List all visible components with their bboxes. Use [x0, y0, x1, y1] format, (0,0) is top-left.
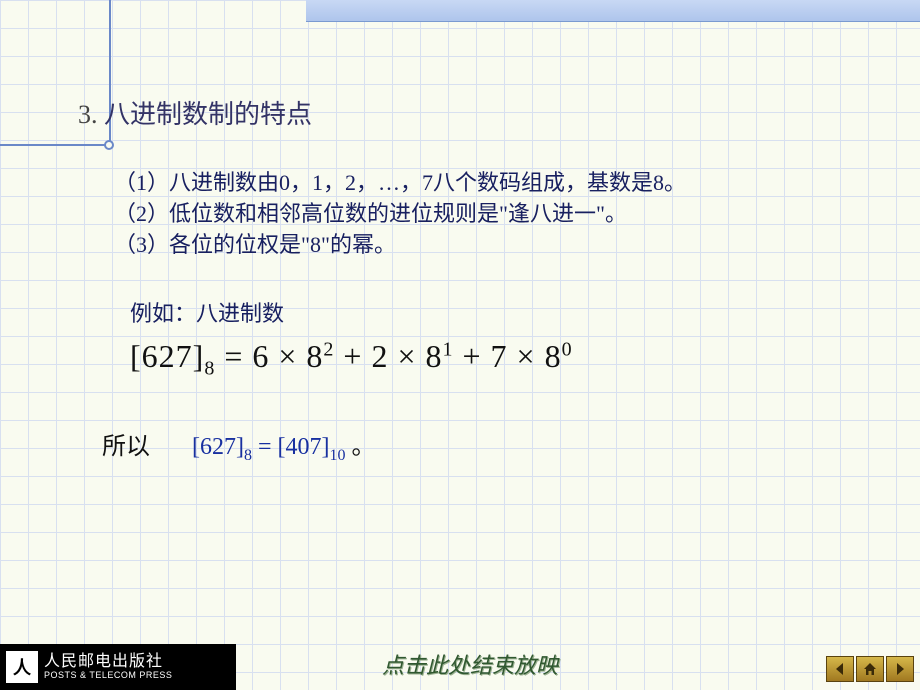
formula-lhs-close: ]	[193, 338, 205, 374]
t1-base: 8	[306, 338, 323, 374]
conc-lhs: [627]	[192, 434, 244, 460]
publisher-en: POSTS & TELECOM PRESS	[44, 671, 172, 681]
t3-exp: 0	[562, 338, 573, 360]
t2-exp: 1	[443, 338, 454, 360]
t2-coef: 2	[371, 338, 388, 374]
example-label: 例如：八进制数	[130, 296, 284, 328]
divider-node	[104, 140, 114, 150]
prev-button[interactable]	[826, 656, 854, 682]
bullet-item-3: （3）各位的位权是"8"的幂。	[114, 230, 854, 261]
conclusion-punct: 。	[352, 434, 376, 460]
t1-exp: 2	[323, 338, 334, 360]
formula-lhs-open: [	[130, 338, 142, 374]
heading-number: 3.	[78, 100, 98, 129]
home-button[interactable]	[856, 656, 884, 682]
nav-controls	[826, 656, 914, 682]
conclusion-label: 所以	[102, 434, 150, 460]
section-heading: 3. 八进制数制的特点	[78, 94, 312, 131]
t2-base: 8	[426, 338, 443, 374]
slide: 3. 八进制数制的特点 （1）八进制数由0，1，2，…，7八个数码组成，基数是8…	[0, 0, 920, 690]
t1-mul: ×	[269, 338, 306, 374]
plus2: +	[454, 338, 491, 374]
end-slideshow-link[interactable]: 点击此处结束放映	[382, 648, 558, 680]
conc-rhs: [407]	[278, 434, 330, 460]
divider-horizontal	[0, 144, 109, 146]
conc-eq: =	[252, 434, 278, 460]
t3-mul: ×	[508, 338, 545, 374]
conc-rhs-sub: 10	[330, 447, 346, 464]
top-accent-bar	[306, 0, 920, 22]
formula: [627]8 = 6 × 82 + 2 × 81 + 7 × 80	[130, 338, 573, 380]
plus1: +	[334, 338, 371, 374]
publisher-zh: 人民邮电出版社	[44, 653, 172, 671]
conc-lhs-sub: 8	[244, 447, 252, 464]
arrow-left-icon	[832, 661, 848, 677]
formula-lhs-sub: 8	[204, 357, 215, 379]
t3-base: 8	[545, 338, 562, 374]
bullet-item-1: （1）八进制数由0，1，2，…，7八个数码组成，基数是8。	[114, 168, 854, 199]
home-icon	[862, 661, 878, 677]
logo-mark: 人	[6, 651, 38, 683]
formula-eq: =	[215, 338, 252, 374]
next-button[interactable]	[886, 656, 914, 682]
conclusion: 所以 [627]8 = [407]10 。	[102, 426, 376, 465]
heading-title: 八进制数制的特点	[104, 100, 312, 129]
formula-lhs-num: 627	[142, 338, 193, 374]
logo-text: 人民邮电出版社 POSTS & TELECOM PRESS	[44, 653, 172, 680]
publisher-logo: 人 人民邮电出版社 POSTS & TELECOM PRESS	[0, 644, 236, 690]
bullet-list: （1）八进制数由0，1，2，…，7八个数码组成，基数是8。 （2）低位数和相邻高…	[114, 168, 854, 260]
t2-mul: ×	[388, 338, 425, 374]
t1-coef: 6	[252, 338, 269, 374]
conclusion-expression: [627]8 = [407]10	[192, 434, 352, 460]
arrow-right-icon	[892, 661, 908, 677]
t3-coef: 7	[491, 338, 508, 374]
bullet-item-2: （2）低位数和相邻高位数的进位规则是"逢八进一"。	[114, 199, 854, 230]
